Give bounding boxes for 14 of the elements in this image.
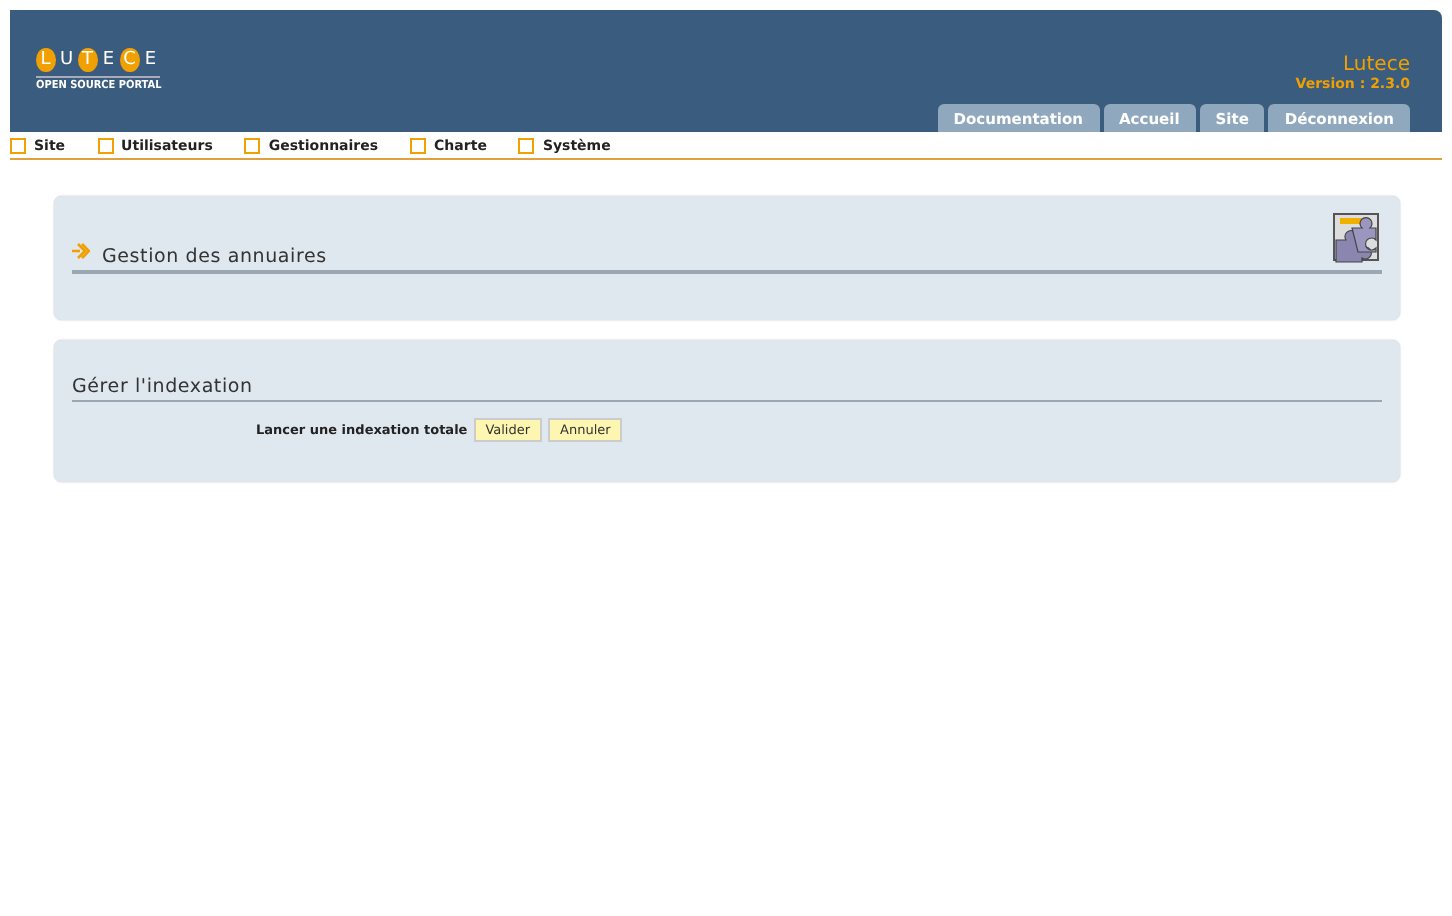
logo-letter: L	[36, 48, 55, 72]
logo-letter: E	[142, 48, 159, 72]
page-icon	[244, 138, 261, 154]
panel-title: Gérer l'indexation	[72, 376, 253, 400]
logo-letter: C	[120, 48, 139, 72]
page-icon	[518, 138, 535, 154]
site-name: Lutece	[1343, 54, 1410, 76]
logo-letter: E	[100, 48, 117, 72]
logo-letter: U	[57, 48, 76, 72]
logo-letter: T	[78, 48, 97, 72]
page-icon	[97, 138, 114, 154]
panel-title: Gestion des annuaires	[102, 246, 327, 270]
page-icon	[10, 138, 26, 154]
page-icon	[410, 138, 427, 154]
